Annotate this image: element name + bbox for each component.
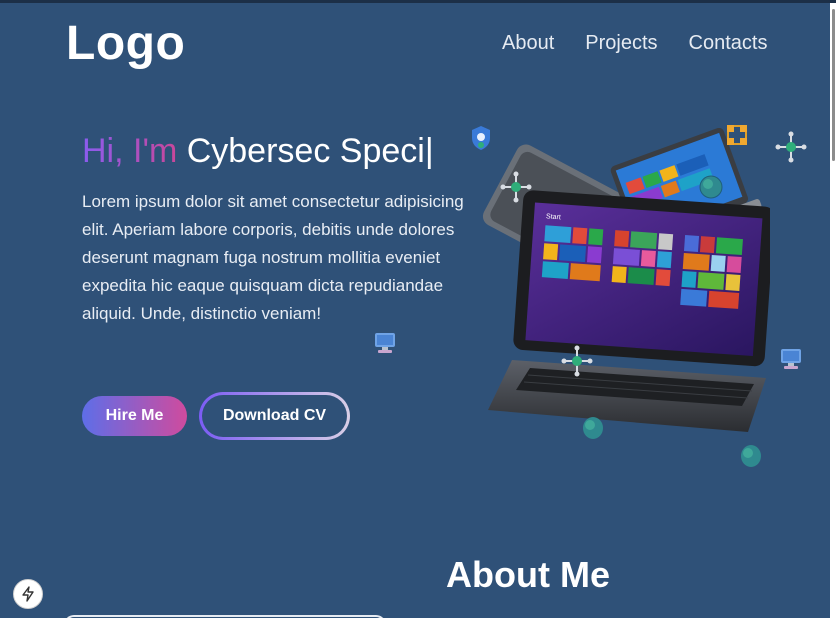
lightning-icon xyxy=(22,586,34,602)
monitor-icon xyxy=(781,349,801,369)
hero-title: Hi, I'm Cybersec Speci| xyxy=(82,132,434,171)
network-node-icon xyxy=(775,131,807,163)
screen-start-label: Start xyxy=(546,213,561,221)
shield-bug-icon xyxy=(472,126,490,150)
hero-description: Lorem ipsum dolor sit amet consectetur a… xyxy=(82,192,464,323)
nav-contacts[interactable]: Contacts xyxy=(689,32,768,55)
hero-greeting: Hi, I'm xyxy=(82,132,178,170)
globe-icon xyxy=(699,175,723,199)
globe-icon xyxy=(741,445,761,467)
hero-typed-role: Cybersec Speci xyxy=(186,132,425,170)
network-node-icon xyxy=(561,345,593,377)
network-box-icon xyxy=(727,125,747,145)
scrollbar[interactable] xyxy=(830,3,836,618)
about-title: About Me xyxy=(446,554,610,595)
nav-projects[interactable]: Projects xyxy=(585,32,657,55)
download-cv-button[interactable]: Download CV xyxy=(199,392,350,440)
download-cv-label: Download CV xyxy=(202,395,347,437)
hire-me-button[interactable]: Hire Me xyxy=(82,396,187,436)
monitor-icon xyxy=(375,333,395,353)
top-border xyxy=(0,0,836,3)
site-logo[interactable]: Logo xyxy=(66,16,185,71)
dev-tools-button[interactable] xyxy=(13,579,43,609)
main-nav: About Projects Contacts xyxy=(502,32,767,55)
network-node-icon xyxy=(500,171,532,203)
typing-cursor: | xyxy=(424,132,434,170)
scrollbar-thumb[interactable] xyxy=(832,9,835,161)
about-text-cutoff xyxy=(446,610,776,618)
globe-icon xyxy=(583,417,603,439)
nav-about[interactable]: About xyxy=(502,32,554,55)
